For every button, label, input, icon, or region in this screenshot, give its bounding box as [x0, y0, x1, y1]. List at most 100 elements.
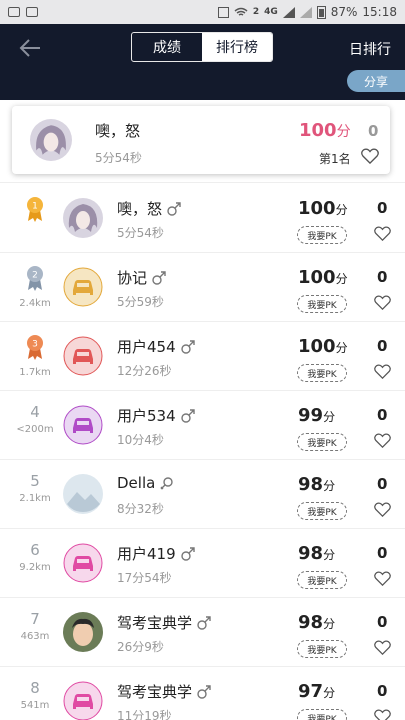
- user-name-line: 噢，怒: [117, 198, 181, 219]
- car-avatar-icon: [63, 267, 103, 307]
- rank-column: 2 2.4km: [14, 265, 56, 309]
- user-name-line: 驾考宝典学: [117, 612, 211, 633]
- heart-icon[interactable]: [374, 226, 391, 241]
- rank-row[interactable]: 2 2.4km 协记 5分59秒 100分 我要PK 0: [0, 253, 405, 322]
- daily-ranking-button[interactable]: 日排行: [349, 39, 391, 59]
- user-score: 97分: [298, 681, 336, 702]
- pk-button[interactable]: 我要PK: [297, 502, 347, 520]
- male-icon: [180, 408, 195, 423]
- distance: 2.1km: [19, 493, 51, 504]
- user-name: 噢，怒: [117, 200, 163, 218]
- distance: 9.2km: [19, 562, 51, 573]
- rank-column: 6 9.2km: [14, 541, 56, 573]
- rank-number: 6: [30, 541, 40, 559]
- rank-number: 8: [30, 679, 40, 697]
- gold-medal-icon: 1: [27, 197, 43, 222]
- battery-icon: [316, 5, 326, 19]
- rank-column: 5 2.1km: [14, 472, 56, 504]
- heart-icon[interactable]: [374, 640, 391, 655]
- pk-button[interactable]: 我要PK: [297, 433, 347, 451]
- heart-icon[interactable]: [374, 295, 391, 310]
- gallery-icon: [8, 7, 20, 17]
- female-icon: [160, 477, 174, 490]
- back-arrow-icon[interactable]: [18, 36, 42, 60]
- silver-medal-icon: 2: [27, 266, 43, 291]
- rank-number: 7: [30, 610, 40, 628]
- pk-button[interactable]: 我要PK: [297, 226, 347, 244]
- user-time: 8分32秒: [117, 502, 164, 516]
- pk-button[interactable]: 我要PK: [297, 364, 347, 382]
- rank-row[interactable]: 1 噢，怒 5分54秒 100分 我要PK 0: [0, 184, 405, 253]
- status-bar: 2 4G 87% 15:18: [0, 0, 405, 24]
- user-score: 100分: [298, 336, 348, 357]
- wifi-icon: [234, 7, 248, 16]
- user-time: 5分54秒: [117, 226, 164, 240]
- nfc-icon: [217, 6, 229, 18]
- male-icon: [152, 270, 166, 285]
- nav-bar: 成绩 排行榜 日排行: [0, 24, 405, 72]
- user-name: 用户534: [117, 407, 176, 425]
- user-avatar: [63, 612, 103, 652]
- heart-icon[interactable]: [374, 709, 391, 720]
- distance: 463m: [20, 631, 50, 642]
- user-score: 100分: [298, 267, 348, 288]
- pk-button[interactable]: 我要PK: [297, 295, 347, 313]
- user-time: 10分4秒: [117, 433, 164, 447]
- user-time: 12分26秒: [117, 364, 172, 378]
- car-avatar-icon: [63, 405, 103, 445]
- user-score: 98分: [298, 543, 336, 564]
- tab-results[interactable]: 成绩: [132, 33, 202, 61]
- like-count: 0: [377, 406, 388, 424]
- user-name-line: Della: [117, 474, 174, 492]
- heart-icon[interactable]: [374, 364, 391, 379]
- user-name-line: 用户534: [117, 405, 195, 426]
- user-name-line: 用户454: [117, 336, 195, 357]
- like-count: 0: [377, 475, 388, 493]
- rank-row[interactable]: 3 1.7km 用户454 12分26秒 100分我要PK 0: [0, 322, 405, 391]
- car-avatar-icon: [63, 543, 103, 583]
- rank-column: 1: [14, 196, 56, 229]
- distance: <200m: [16, 424, 54, 435]
- male-icon: [197, 684, 211, 699]
- like-count: 0: [377, 613, 388, 631]
- user-name: 用户419: [117, 545, 176, 563]
- user-time: 5分59秒: [117, 295, 164, 309]
- rank-row[interactable]: 5 2.1km Della 8分32秒 98分 我要PK 0: [0, 460, 405, 529]
- pk-button[interactable]: 我要PK: [297, 640, 347, 658]
- rank-row[interactable]: 6 9.2km 用户419 17分54秒 98分 我要PK 0: [0, 529, 405, 598]
- male-icon: [180, 546, 195, 561]
- heart-icon[interactable]: [374, 433, 391, 448]
- rank-column: 8 541m: [14, 679, 56, 711]
- heart-icon[interactable]: [361, 148, 379, 164]
- pk-button[interactable]: 我要PK: [297, 709, 347, 720]
- rank-row[interactable]: 7 463m 驾考宝典学 26分9秒 98分 我要PK 0: [0, 598, 405, 667]
- like-count: 0: [377, 337, 388, 355]
- user-time: 26分9秒: [117, 640, 164, 654]
- my-time: 5分54秒: [95, 151, 142, 165]
- user-name-line: 驾考宝典学: [117, 681, 211, 702]
- like-count: 0: [377, 268, 388, 286]
- svg-text:2: 2: [32, 271, 38, 281]
- user-score: 100分: [298, 198, 348, 219]
- rank-row[interactable]: 8 541m 驾考宝典学 11分19秒 97分 我要PK 0: [0, 667, 405, 720]
- distance: 1.7km: [19, 367, 51, 378]
- my-rank: 第1名: [319, 152, 351, 166]
- bronze-medal-icon: 3: [27, 335, 43, 360]
- network-type: 4G: [264, 7, 278, 17]
- rank-number: 5: [30, 472, 40, 490]
- share-button[interactable]: 分享: [347, 70, 405, 92]
- heart-icon[interactable]: [374, 502, 391, 517]
- heart-icon[interactable]: [374, 571, 391, 586]
- rank-column: 3 1.7km: [14, 334, 56, 378]
- rank-number: 4: [30, 403, 40, 421]
- tab-leaderboard[interactable]: 排行榜: [202, 33, 272, 61]
- header-band: [0, 72, 405, 100]
- distance: 541m: [20, 700, 50, 711]
- user-time: 11分19秒: [117, 709, 172, 720]
- like-count: 0: [377, 544, 388, 562]
- my-score: 100分: [299, 120, 351, 141]
- pk-button[interactable]: 我要PK: [297, 571, 347, 589]
- distance: 2.4km: [19, 298, 51, 309]
- rank-column: 4 <200m: [14, 403, 56, 435]
- rank-row[interactable]: 4 <200m 用户534 10分4秒 99分 我要PK 0: [0, 391, 405, 460]
